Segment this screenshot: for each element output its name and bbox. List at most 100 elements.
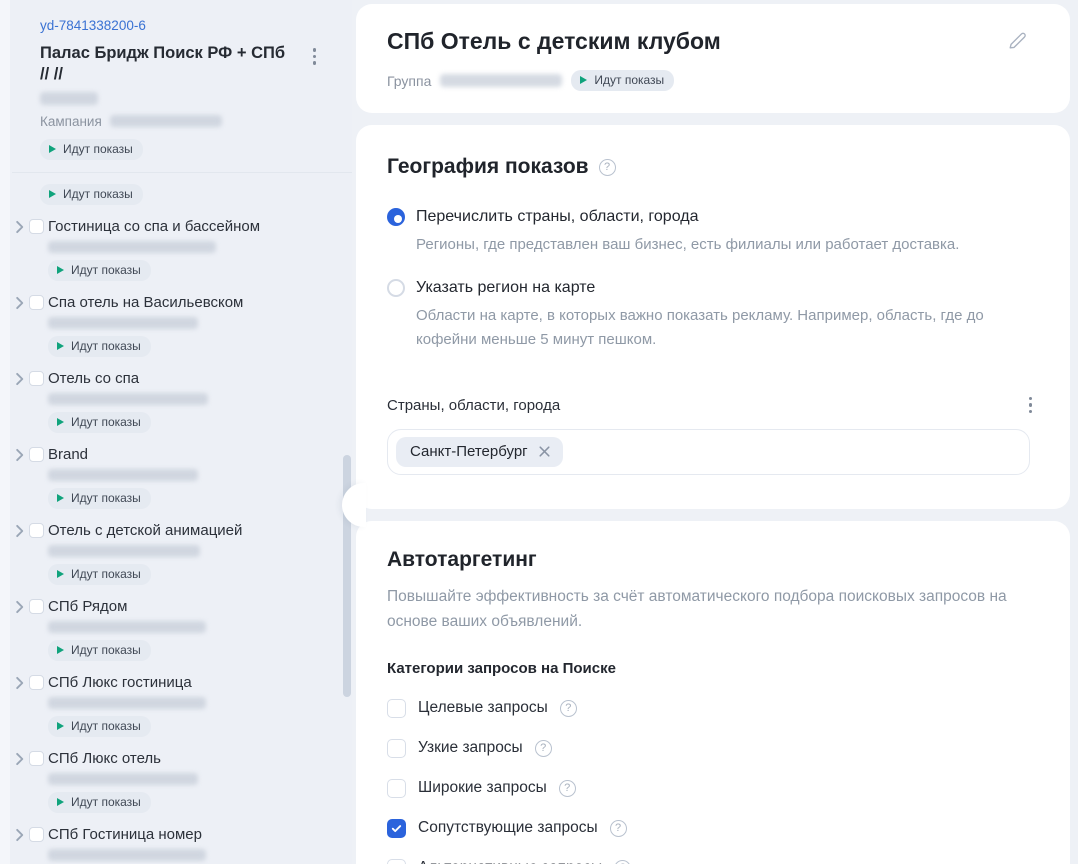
status-text: Идут показы [71, 566, 141, 581]
checkbox-row-related-queries[interactable]: Сопутствующие запросы [387, 818, 1030, 838]
group-list-item[interactable]: Отель с детской анимацией Идут показы [0, 521, 352, 585]
radio-button[interactable] [387, 208, 405, 226]
redacted-text [440, 74, 563, 87]
help-icon[interactable] [558, 779, 576, 797]
group-title[interactable]: Brand [48, 445, 352, 464]
campaign-title[interactable]: Палас Бридж Поиск РФ + СПб // // [40, 43, 292, 86]
checkbox[interactable] [387, 778, 406, 798]
regions-kebab-menu-icon[interactable] [1025, 393, 1037, 418]
radio-button[interactable] [387, 279, 405, 298]
play-icon [49, 144, 56, 153]
play-icon [57, 265, 64, 274]
redacted-text [48, 392, 208, 405]
group-checkbox[interactable] [29, 294, 44, 310]
status-text: Идут показы [71, 490, 141, 505]
autotargeting-description: Повышайте эффективность за счёт автомати… [387, 588, 1007, 631]
autotargeting-card: Автотаргетинг Повышайте эффективность за… [356, 521, 1070, 864]
main-content: СПб Отель с детским клубом Группа Идут п… [342, 0, 1078, 864]
geography-section-title: География показов [387, 155, 589, 178]
group-list-item[interactable]: СПб Гостиница номер Идут показы [0, 825, 352, 864]
group-list-item[interactable]: СПб Люкс отель Идут показы [0, 749, 352, 813]
group-list-item[interactable]: Brand Идут показы [0, 445, 352, 509]
campaign-id-link[interactable]: yd-7841338200-6 [40, 18, 146, 33]
group-title[interactable]: Спа отель на Васильевском [48, 293, 352, 312]
group-title[interactable]: Гостиница со спа и бассейном [48, 217, 352, 236]
geo-option-map-region[interactable]: Указать регион на карте Области на карте… [387, 279, 1030, 351]
play-icon [57, 569, 64, 578]
help-icon[interactable] [609, 819, 627, 837]
geo-option-list-regions[interactable]: Перечислить страны, области, города Реги… [387, 208, 1030, 256]
group-title[interactable]: СПб Люкс отель [48, 749, 352, 768]
remove-region-icon[interactable] [537, 444, 552, 459]
play-icon [57, 645, 64, 654]
group-title[interactable]: СПб Люкс гостиница [48, 673, 352, 692]
checkbox-row-broad-queries[interactable]: Широкие запросы [387, 778, 1030, 798]
status-text: Идут показы [71, 262, 141, 277]
status-badge: Идут показы [48, 335, 151, 357]
group-checkbox[interactable] [29, 522, 44, 538]
group-list-item[interactable]: СПб Рядом Идут показы [0, 597, 352, 661]
group-title[interactable]: Отель со спа [48, 369, 352, 388]
group-list-item[interactable]: Спа отель на Васильевском Идут показы [0, 293, 352, 357]
status-text: Идут показы [71, 642, 141, 657]
regions-input[interactable]: Санкт-Петербург [387, 429, 1030, 476]
play-icon [57, 417, 64, 426]
checkbox-label[interactable]: Широкие запросы [418, 779, 547, 797]
checkbox-row-target-queries[interactable]: Целевые запросы [387, 698, 1030, 718]
redacted-text [48, 772, 198, 785]
campaign-kebab-menu-icon[interactable] [309, 44, 321, 69]
checkbox-row-narrow-queries[interactable]: Узкие запросы [387, 738, 1030, 758]
expand-chevron-icon[interactable] [11, 598, 29, 616]
redacted-text [48, 848, 206, 861]
group-checkbox[interactable] [29, 598, 44, 614]
play-icon [57, 721, 64, 730]
expand-chevron-icon[interactable] [11, 370, 29, 388]
group-checkbox[interactable] [29, 370, 44, 386]
status-badge: Идут показы [48, 639, 151, 661]
expand-chevron-icon[interactable] [11, 446, 29, 464]
help-icon[interactable] [534, 739, 552, 757]
divider [12, 171, 352, 173]
expand-chevron-icon[interactable] [11, 522, 29, 540]
group-title[interactable]: СПб Рядом [48, 597, 352, 616]
radio-label[interactable]: Указать регион на карте [416, 279, 595, 297]
expand-chevron-icon[interactable] [11, 674, 29, 692]
help-icon[interactable] [598, 158, 616, 176]
edit-pencil-icon[interactable] [1004, 28, 1030, 59]
expand-chevron-icon[interactable] [11, 750, 29, 768]
group-title[interactable]: Отель с детской анимацией [48, 521, 352, 540]
expand-chevron-icon[interactable] [11, 294, 29, 312]
group-list-item[interactable]: Гостиница со спа и бассейном Идут показы [0, 217, 352, 281]
redacted-text [48, 316, 198, 329]
group-checkbox[interactable] [29, 750, 44, 766]
checkbox[interactable] [387, 698, 406, 718]
checkbox-label[interactable]: Сопутствующие запросы [418, 819, 598, 837]
checkbox[interactable] [387, 738, 406, 758]
page-title: СПб Отель с детским клубом [387, 28, 721, 54]
checkbox[interactable] [387, 858, 406, 864]
checkbox-label[interactable]: Узкие запросы [418, 739, 523, 757]
radio-description: Регионы, где представлен ваш бизнес, ест… [416, 236, 960, 253]
expand-chevron-icon[interactable] [11, 218, 29, 236]
help-icon[interactable] [614, 859, 632, 864]
checkbox-row-alternative-queries[interactable]: Альтернативные запросы [387, 858, 1030, 864]
group-title[interactable]: СПб Гостиница номер [48, 825, 352, 844]
status-badge: Идут показы [40, 183, 143, 205]
group-checkbox[interactable] [29, 446, 44, 462]
group-list-item[interactable]: СПб Люкс гостиница Идут показы [0, 673, 352, 737]
group-header-card: СПб Отель с детским клубом Группа Идут п… [356, 4, 1070, 113]
query-categories-subheading: Категории запросов на Поиске [387, 659, 616, 677]
help-icon[interactable] [559, 699, 577, 717]
expand-chevron-icon[interactable] [11, 826, 29, 844]
status-badge: Идут показы [48, 715, 151, 737]
group-checkbox[interactable] [29, 218, 44, 234]
radio-label[interactable]: Перечислить страны, области, города [416, 208, 698, 226]
checkbox[interactable] [387, 818, 406, 838]
checkbox-label[interactable]: Альтернативные запросы [418, 859, 602, 864]
groups-sidebar: yd-7841338200-6 Палас Бридж Поиск РФ + С… [0, 0, 352, 864]
checkbox-label[interactable]: Целевые запросы [418, 699, 548, 717]
group-list-item[interactable]: Отель со спа Идут показы [0, 369, 352, 433]
query-category-list: Целевые запросы Узкие запросы Широкие за… [387, 698, 1030, 864]
group-checkbox[interactable] [29, 674, 44, 690]
group-checkbox[interactable] [29, 826, 44, 842]
